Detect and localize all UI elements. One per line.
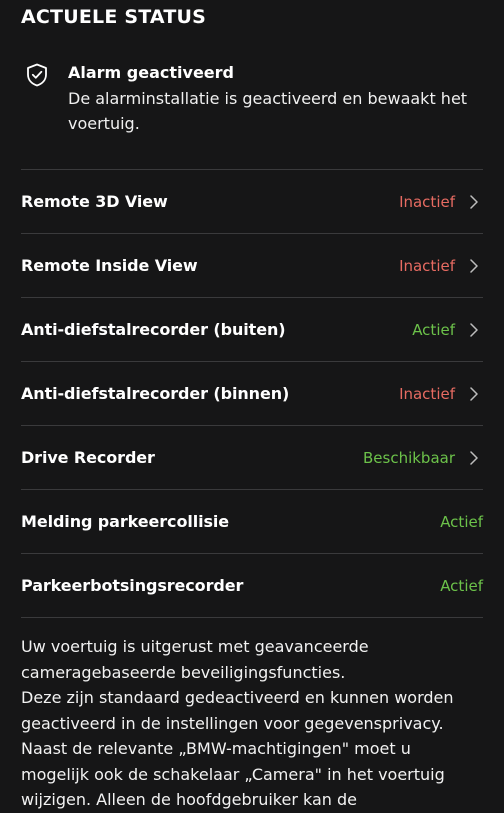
chevron-right-icon	[470, 194, 478, 209]
info-line-equipment: Uw voertuig is uitgerust met geavanceerd…	[21, 637, 369, 682]
status-row-remote-3d-view[interactable]: Remote 3D View Inactief	[21, 170, 483, 234]
status-row-anti-theft-inside[interactable]: Anti-diefstalrecorder (binnen) Inactief	[21, 362, 483, 426]
status-row-drive-recorder[interactable]: Drive Recorder Beschikbaar	[21, 426, 483, 490]
chevron-right-icon	[470, 322, 478, 337]
chevron-right-icon	[470, 386, 478, 401]
row-label: Melding parkeercollisie	[21, 512, 230, 531]
shield-check-icon	[27, 63, 47, 87]
status-row-parking-collision-alert: Melding parkeercollisie Actief	[21, 490, 483, 554]
alarm-description: De alarminstallatie is geactiveerd en be…	[68, 89, 468, 133]
section-title: ACTUELE STATUS	[21, 6, 206, 28]
status-badge: Actief	[440, 512, 483, 531]
info-line-deactivated: Deze zijn standaard gedeactiveerd en kun…	[21, 688, 454, 733]
row-label: Anti-diefstalrecorder (buiten)	[21, 320, 286, 339]
row-label: Remote 3D View	[21, 192, 168, 211]
chevron-right-icon	[470, 450, 478, 465]
chevron-right-icon	[470, 258, 478, 273]
status-badge: Actief	[412, 320, 455, 339]
status-badge: Actief	[440, 576, 483, 595]
status-badge: Beschikbaar	[362, 448, 455, 467]
row-label: Parkeerbotsingsrecorder	[21, 576, 244, 595]
status-badge: Inactief	[399, 384, 455, 403]
info-paragraph: Uw voertuig is uitgerust met geavanceerd…	[21, 634, 483, 813]
status-row-parking-collision-recorder: Parkeerbotsingsrecorder Actief	[21, 554, 483, 618]
row-label: Anti-diefstalrecorder (binnen)	[21, 384, 290, 403]
status-row-remote-inside-view[interactable]: Remote Inside View Inactief	[21, 234, 483, 298]
feature-status-list: Remote 3D View Inactief Remote Inside Vi…	[21, 169, 483, 618]
info-line-permissions: Naast de relevante „BMW-machtigingen" mo…	[21, 739, 445, 809]
status-row-anti-theft-outside[interactable]: Anti-diefstalrecorder (buiten) Actief	[21, 298, 483, 362]
alarm-title: Alarm geactiveerd	[68, 63, 234, 82]
status-badge: Inactief	[399, 192, 455, 211]
status-badge: Inactief	[399, 256, 455, 275]
row-label: Remote Inside View	[21, 256, 198, 275]
row-label: Drive Recorder	[21, 448, 155, 467]
